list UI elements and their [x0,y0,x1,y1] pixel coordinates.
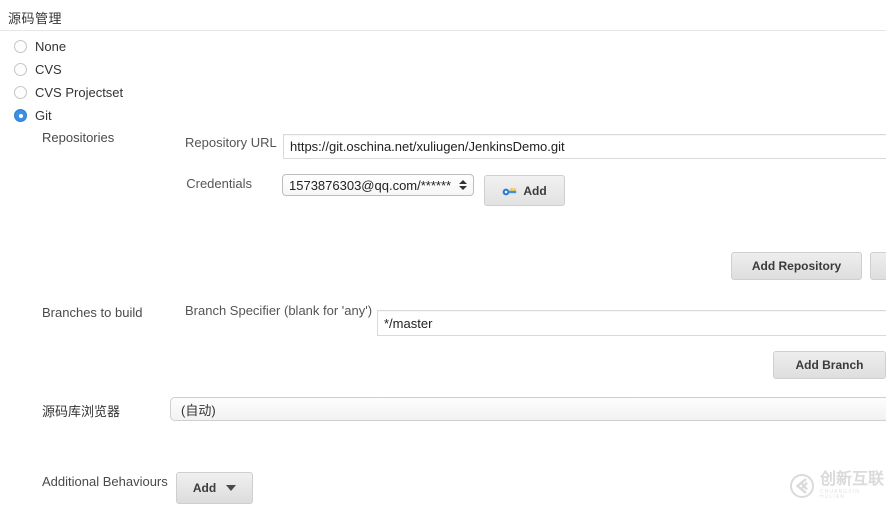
watermark-logo-icon [790,474,814,498]
watermark: 创新互联 CHUANGXIN HULIAN [789,472,886,500]
watermark-en-text: CHUANGXIN HULIAN [820,489,860,500]
chevron-down-icon[interactable] [226,485,237,491]
add-repository-label: Add Repository [751,259,842,273]
repo-browser-select[interactable]: (自动) [170,397,886,421]
repository-url-input[interactable] [283,134,886,159]
title-divider [0,30,886,31]
scm-option-none[interactable]: None [14,37,123,56]
radio-icon-none[interactable] [14,40,27,53]
radio-icon-cvs-projectset[interactable] [14,86,27,99]
credentials-label: Credentials [186,176,252,191]
page-title: 源码管理 [8,11,63,26]
add-repository-button[interactable]: Add Repository [731,252,862,280]
radio-icon-git[interactable] [14,109,27,122]
branch-specifier-input[interactable] [377,310,886,336]
branches-to-build-label: Branches to build [42,305,143,320]
repository-overflow-button[interactable] [870,252,886,280]
additional-behaviours-label: Additional Behaviours [42,474,168,489]
scm-option-label: Git [35,108,52,123]
chevron-updown-icon[interactable] [458,178,467,192]
watermark-cn-text: 创新互联 [820,471,885,488]
add-branch-button[interactable]: Add Branch [773,351,886,379]
additional-behaviours-add-button[interactable]: Add [176,472,253,504]
scm-radio-group: None CVS CVS Projectset Git [14,37,123,129]
repositories-label: Repositories [42,130,115,145]
repository-url-label: Repository URL [185,135,277,150]
branch-specifier-label: Branch Specifier (blank for 'any') [185,303,373,318]
radio-icon-cvs[interactable] [14,63,27,76]
scm-option-label: CVS Projectset [35,85,124,100]
add-credentials-button[interactable]: Add [484,175,565,206]
scm-option-label: None [35,39,67,54]
credentials-select-value: 1573876303@qq.com/****** [289,177,452,193]
key-icon [502,187,517,195]
repo-browser-label: 源码库浏览器 [42,404,121,419]
scm-option-cvs[interactable]: CVS [14,60,123,79]
additional-behaviours-add-label: Add [192,481,217,495]
scm-option-label: CVS [35,62,62,77]
scm-option-git[interactable]: Git [14,106,123,125]
add-credentials-label: Add [523,183,547,198]
scm-option-cvs-projectset[interactable]: CVS Projectset [14,83,123,102]
add-branch-label: Add Branch [795,358,864,372]
credentials-select[interactable]: 1573876303@qq.com/****** [282,174,474,196]
repo-browser-select-value: (自动) [181,402,216,418]
